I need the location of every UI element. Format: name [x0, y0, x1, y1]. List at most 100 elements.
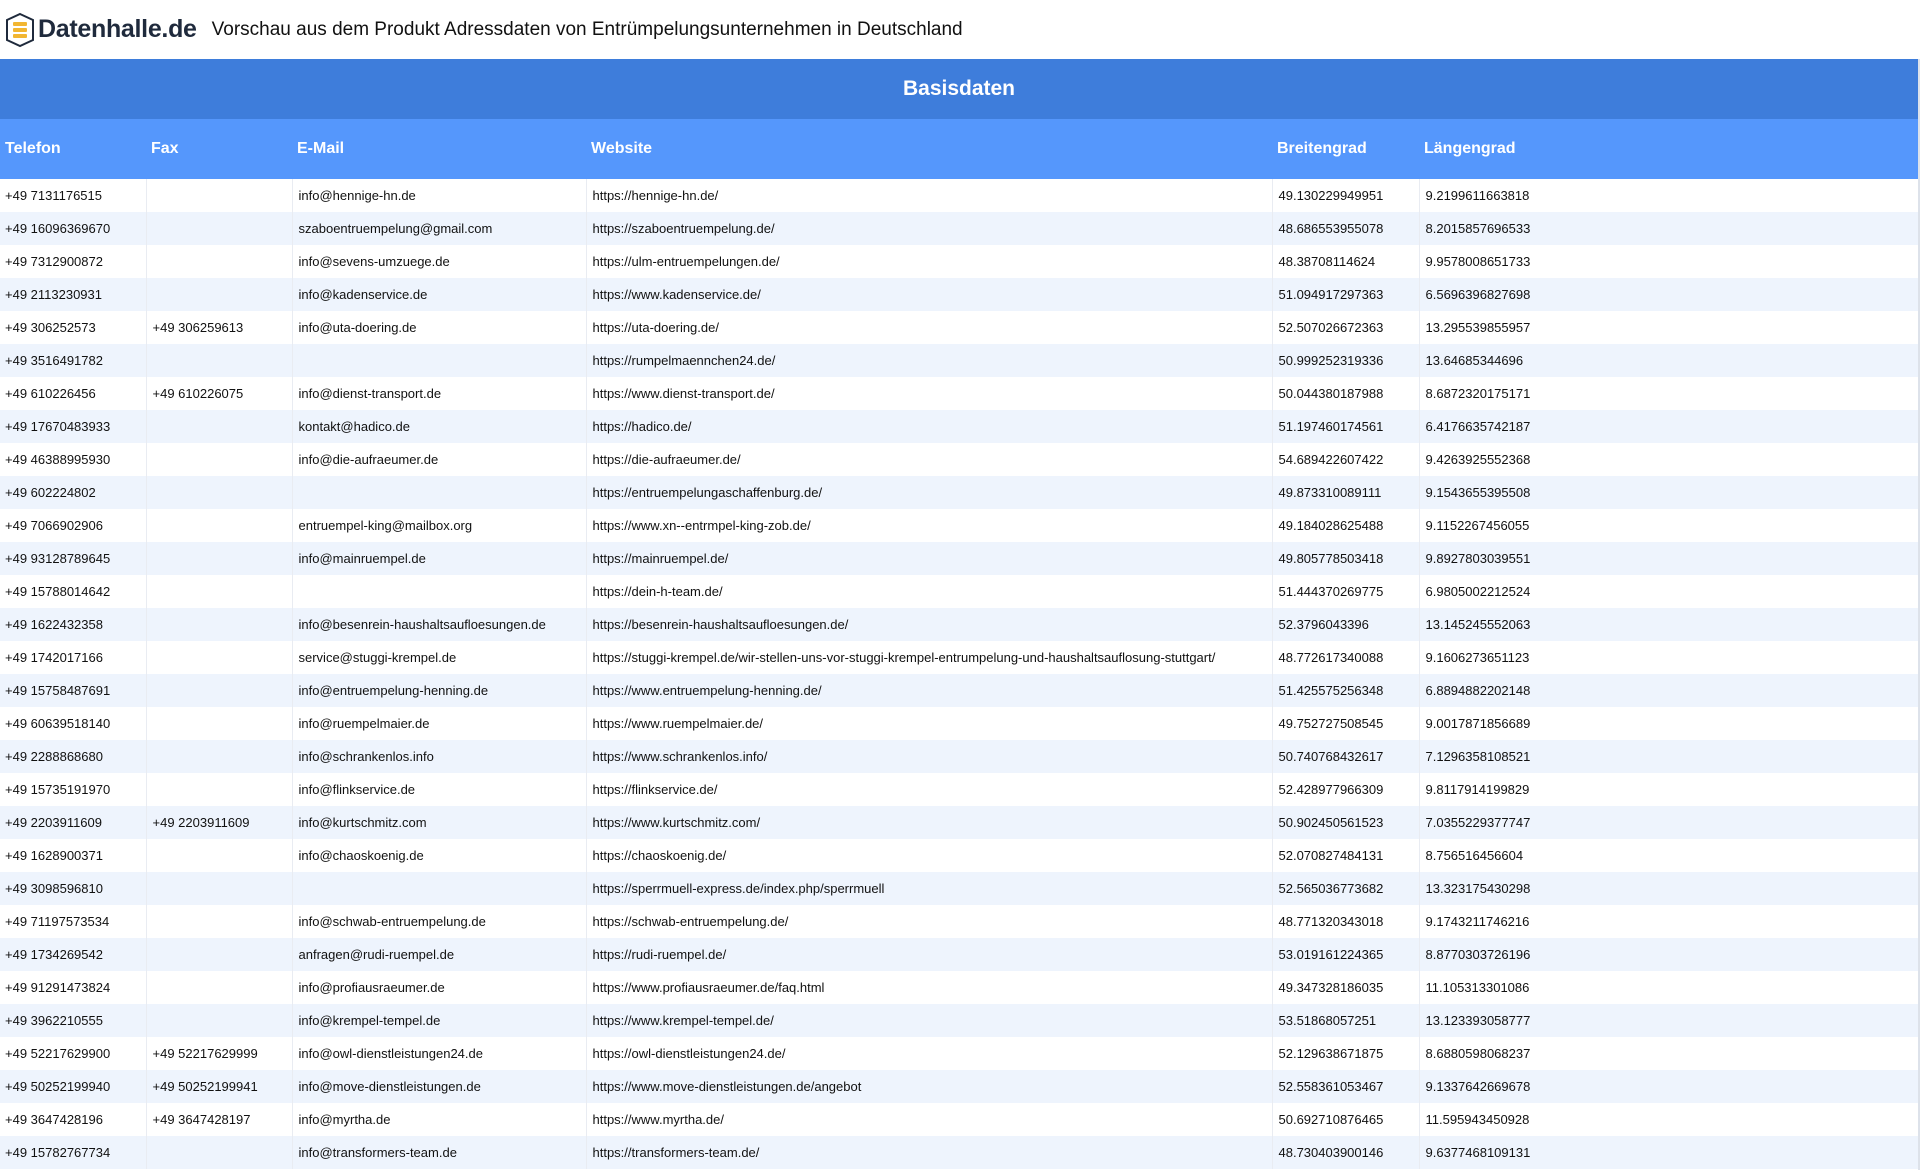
cell-laengengrad: 13.123393058777 — [1418, 1004, 1918, 1037]
cell-fax — [145, 575, 292, 608]
cell-telefon: +49 46388995930 — [0, 443, 146, 476]
data-table: Telefon Fax E-Mail Website Breitengrad L… — [0, 119, 1918, 1169]
cell-fax: +49 50252199941 — [145, 1070, 292, 1103]
cell-fax — [145, 212, 292, 245]
cell-telefon: +49 3098596810 — [0, 872, 146, 905]
cell-breitengrad: 50.044380187988 — [1271, 377, 1419, 410]
cell-breitengrad: 50.999252319336 — [1271, 344, 1419, 377]
cell-fax — [145, 476, 292, 509]
cell-website: https://schwab-entruempelung.de/ — [585, 905, 1272, 938]
cell-breitengrad: 49.805778503418 — [1271, 542, 1419, 575]
cell-breitengrad: 48.730403900146 — [1271, 1136, 1419, 1169]
site-logo[interactable]: Datenhalle.de — [5, 10, 197, 50]
cell-laengengrad: 7.0355229377747 — [1418, 806, 1918, 839]
cell-email: info@flinkservice.de — [291, 773, 586, 806]
cell-breitengrad: 52.3796043396 — [1271, 608, 1419, 641]
cell-fax — [145, 971, 292, 1004]
cell-website: https://besenrein-haushaltsaufloesungen.… — [585, 608, 1272, 641]
cell-email: kontakt@hadico.de — [291, 410, 586, 443]
cell-email: info@schwab-entruempelung.de — [291, 905, 586, 938]
cell-fax — [145, 707, 292, 740]
cell-breitengrad: 51.425575256348 — [1271, 674, 1419, 707]
cell-breitengrad: 52.428977966309 — [1271, 773, 1419, 806]
cell-fax — [145, 443, 292, 476]
cell-laengengrad: 9.8927803039551 — [1418, 542, 1918, 575]
column-header-telefon: Telefon — [0, 119, 146, 179]
cell-fax: +49 2203911609 — [145, 806, 292, 839]
cell-website: https://die-aufraeumer.de/ — [585, 443, 1272, 476]
cell-website: https://www.entruempelung-henning.de/ — [585, 674, 1272, 707]
cell-email: info@chaoskoenig.de — [291, 839, 586, 872]
cell-fax — [145, 905, 292, 938]
cell-email: info@die-aufraeumer.de — [291, 443, 586, 476]
cell-email — [291, 476, 586, 509]
cell-fax — [145, 344, 292, 377]
cell-breitengrad: 49.130229949951 — [1271, 179, 1419, 212]
cell-breitengrad: 48.38708114624 — [1271, 245, 1419, 278]
cell-email: info@kurtschmitz.com — [291, 806, 586, 839]
cell-fax — [145, 641, 292, 674]
cell-breitengrad: 52.507026672363 — [1271, 311, 1419, 344]
table-row: +49 7066902906 entruempel-king@mailbox.or… — [0, 509, 1918, 542]
cell-breitengrad: 50.692710876465 — [1271, 1103, 1419, 1136]
cell-telefon: +49 17670483933 — [0, 410, 146, 443]
cell-telefon: +49 16096369670 — [0, 212, 146, 245]
cell-breitengrad: 50.740768432617 — [1271, 740, 1419, 773]
cell-breitengrad: 52.129638671875 — [1271, 1037, 1419, 1070]
cell-laengengrad: 9.1606273651123 — [1418, 641, 1918, 674]
cell-breitengrad: 53.019161224365 — [1271, 938, 1419, 971]
cell-email: info@move-dienstleistungen.de — [291, 1070, 586, 1103]
table-row: +49 52217629900 +49 52217629999 info@owl-d… — [0, 1037, 1918, 1070]
cell-telefon: +49 1628900371 — [0, 839, 146, 872]
cell-website: https://sperrmuell-express.de/index.php/… — [585, 872, 1272, 905]
cell-website: https://hennige-hn.de/ — [585, 179, 1272, 212]
cell-email: info@schrankenlos.info — [291, 740, 586, 773]
cell-breitengrad: 51.094917297363 — [1271, 278, 1419, 311]
cell-breitengrad: 49.184028625488 — [1271, 509, 1419, 542]
cell-website: https://www.ruempelmaier.de/ — [585, 707, 1272, 740]
table-row: +49 15782767734 info@transformers-team.de… — [0, 1136, 1918, 1169]
cell-email: info@transformers-team.de — [291, 1136, 586, 1169]
table-row: +49 1734269542 anfragen@rudi-ruempel.de ht… — [0, 938, 1918, 971]
cell-laengengrad: 9.2199611663818 — [1418, 179, 1918, 212]
cell-breitengrad: 52.558361053467 — [1271, 1070, 1419, 1103]
cell-telefon: +49 3962210555 — [0, 1004, 146, 1037]
table-row: +49 306252573 +49 306259613 info@uta-doeri… — [0, 311, 1918, 344]
cell-website: https://flinkservice.de/ — [585, 773, 1272, 806]
cell-website: https://www.schrankenlos.info/ — [585, 740, 1272, 773]
cell-website: https://rumpelmaennchen24.de/ — [585, 344, 1272, 377]
cell-laengengrad: 9.1337642669678 — [1418, 1070, 1918, 1103]
cell-breitengrad: 49.752727508545 — [1271, 707, 1419, 740]
table-row: +49 7312900872 info@sevens-umzuege.de http… — [0, 245, 1918, 278]
cell-telefon: +49 2288868680 — [0, 740, 146, 773]
table-body: +49 7131176515 info@hennige-hn.de https://… — [0, 179, 1918, 1169]
cell-website: https://dein-h-team.de/ — [585, 575, 1272, 608]
table-row: +49 3647428196 +49 3647428197 info@myrtha.… — [0, 1103, 1918, 1136]
cell-laengengrad: 6.4176635742187 — [1418, 410, 1918, 443]
cell-laengengrad: 9.0017871856689 — [1418, 707, 1918, 740]
cell-telefon: +49 1734269542 — [0, 938, 146, 971]
table-row: +49 1628900371 info@chaoskoenig.de https:/… — [0, 839, 1918, 872]
table-row: +49 3098596810 https://sperrmuell-express… — [0, 872, 1918, 905]
cell-breitengrad: 53.51868057251 — [1271, 1004, 1419, 1037]
cell-laengengrad: 8.6880598068237 — [1418, 1037, 1918, 1070]
table-row: +49 60639518140 info@ruempelmaier.de https… — [0, 707, 1918, 740]
cell-laengengrad: 9.9578008651733 — [1418, 245, 1918, 278]
column-header-email: E-Mail — [292, 119, 586, 179]
cell-fax — [145, 839, 292, 872]
cell-laengengrad: 6.9805002212524 — [1418, 575, 1918, 608]
table-row: +49 15735191970 info@flinkservice.de https… — [0, 773, 1918, 806]
cell-breitengrad: 52.070827484131 — [1271, 839, 1419, 872]
cell-laengengrad: 9.1543655395508 — [1418, 476, 1918, 509]
table-row: +49 50252199940 +49 50252199941 info@move-… — [0, 1070, 1918, 1103]
cell-website: https://www.krempel-tempel.de/ — [585, 1004, 1272, 1037]
table-row: +49 602224802 https://entruempelungaschaf… — [0, 476, 1918, 509]
cell-website: https://www.dienst-transport.de/ — [585, 377, 1272, 410]
cell-telefon: +49 610226456 — [0, 377, 146, 410]
cell-laengengrad: 7.1296358108521 — [1418, 740, 1918, 773]
cell-telefon: +49 7312900872 — [0, 245, 146, 278]
cell-email: info@kadenservice.de — [291, 278, 586, 311]
cell-fax — [145, 245, 292, 278]
cell-email: info@profiausraeumer.de — [291, 971, 586, 1004]
cell-breitengrad: 48.771320343018 — [1271, 905, 1419, 938]
